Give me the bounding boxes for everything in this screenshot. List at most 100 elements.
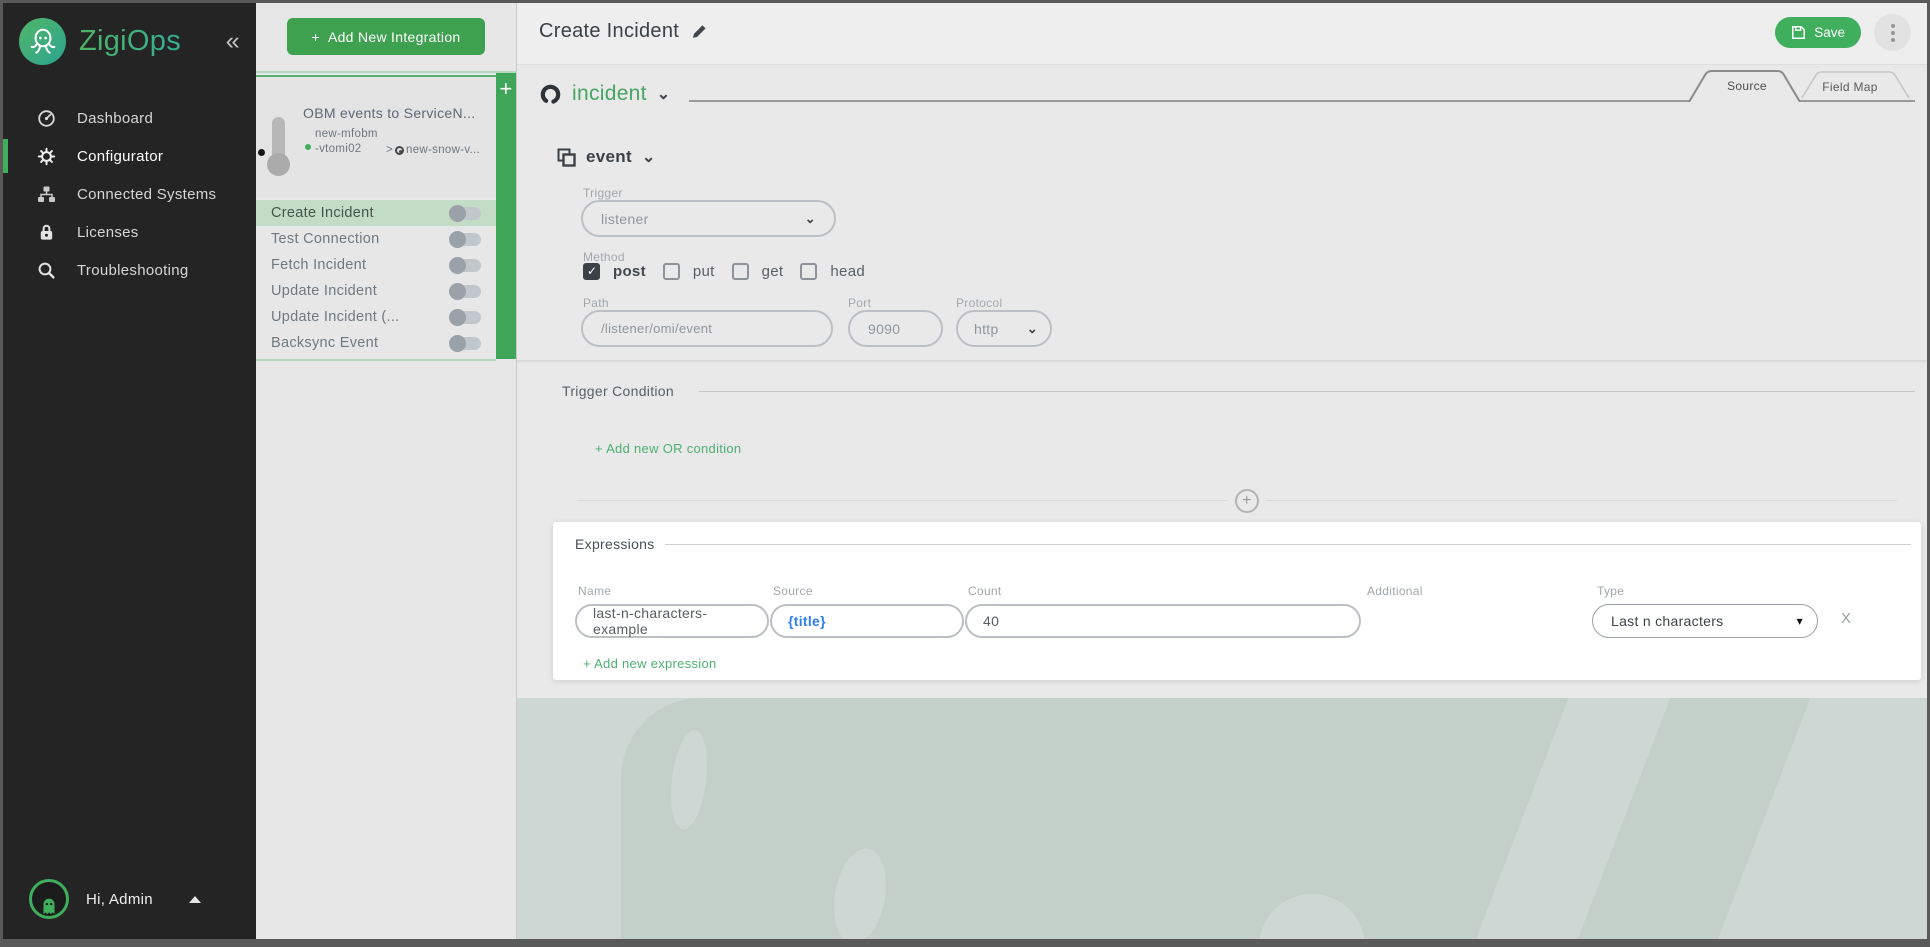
app-window: ZigiOps « Dashboard xyxy=(0,0,1930,947)
sidebar-item-label: Troubleshooting xyxy=(77,262,189,279)
chevron-down-icon: ⌄ xyxy=(657,84,671,104)
checkbox-post[interactable] xyxy=(583,263,600,280)
action-list: Create Incident Test Connection Fetch In… xyxy=(256,200,496,356)
user-greeting: Hi, Admin xyxy=(86,891,153,908)
connected-systems-icon xyxy=(36,185,56,204)
toggle-switch[interactable] xyxy=(450,233,481,246)
trigger-select[interactable]: listener ⌄ xyxy=(581,200,836,237)
checkbox-get[interactable] xyxy=(732,263,749,280)
panel-divider xyxy=(256,359,496,361)
dashboard-icon xyxy=(36,109,56,128)
integration-card[interactable]: OBM events to ServiceN... new-mfobm-vtom… xyxy=(256,75,496,197)
troubleshooting-icon xyxy=(36,261,56,280)
chevron-down-icon: ⌄ xyxy=(642,147,656,167)
toggle-switch[interactable] xyxy=(450,285,481,298)
expressions-card: Expressions Name Source Count Additional… xyxy=(553,522,1921,680)
save-floppy-icon xyxy=(1791,25,1806,40)
action-item-test-connection[interactable]: Test Connection xyxy=(256,226,496,252)
integrations-panel: + Add New Integration OBM events to Serv… xyxy=(256,3,516,939)
expressions-title: Expressions xyxy=(575,536,655,552)
action-item-fetch-incident[interactable]: Fetch Incident xyxy=(256,252,496,278)
add-new-integration-button[interactable]: + Add New Integration xyxy=(287,18,485,55)
expression-source-input[interactable]: {title} xyxy=(770,604,964,638)
more-options-button[interactable] xyxy=(1874,14,1911,51)
expression-type-select[interactable]: Last n characters ▾ xyxy=(1592,604,1818,638)
column-additional: Additional xyxy=(1367,584,1423,598)
method-checkboxes: post put get head xyxy=(583,263,869,280)
sidebar-item-label: Connected Systems xyxy=(77,186,216,203)
add-expression-link[interactable]: + Add new expression xyxy=(583,656,717,671)
path-input[interactable]: /listener/omi/event xyxy=(581,310,833,347)
column-type: Type xyxy=(1597,584,1624,598)
integration-title: OBM events to ServiceN... xyxy=(303,105,488,121)
section-shadow xyxy=(517,360,1927,364)
zigiops-logo-icon xyxy=(19,18,66,65)
toggle-switch[interactable] xyxy=(450,311,481,324)
toggle-switch[interactable] xyxy=(450,259,481,272)
sidebar-item-label: Licenses xyxy=(77,224,139,241)
trigger-condition-title: Trigger Condition xyxy=(562,383,674,399)
section-rule xyxy=(699,391,1915,392)
tab-field-map[interactable]: Field Map xyxy=(1805,80,1895,94)
sidebar-nav: Dashboard Configurator xyxy=(3,99,256,289)
save-button[interactable]: Save xyxy=(1775,17,1861,48)
action-item-update-incident-2[interactable]: Update Incident (... xyxy=(256,304,496,330)
action-item-create-incident[interactable]: Create Incident xyxy=(256,200,496,226)
sidebar: ZigiOps « Dashboard xyxy=(3,3,256,939)
toggle-switch[interactable] xyxy=(450,207,481,220)
main-header: Create Incident Save xyxy=(517,3,1927,65)
column-source: Source xyxy=(773,584,813,598)
sidebar-item-dashboard[interactable]: Dashboard xyxy=(3,99,256,137)
checkbox-put[interactable] xyxy=(663,263,680,280)
panel-divider xyxy=(256,71,516,73)
entity-dropdown[interactable]: incident ⌄ xyxy=(539,82,671,106)
edit-pencil-icon[interactable] xyxy=(691,24,707,40)
action-item-update-incident[interactable]: Update Incident xyxy=(256,278,496,304)
status-dot xyxy=(305,144,311,150)
sidebar-item-licenses[interactable]: Licenses xyxy=(3,213,256,251)
page-title: Create Incident xyxy=(539,20,707,43)
selection-marker xyxy=(258,149,265,156)
integration-pin-icon xyxy=(272,117,285,163)
arrow-glyph: > xyxy=(386,144,393,156)
column-count: Count xyxy=(968,584,1002,598)
expression-name-input[interactable]: last-n-characters-example xyxy=(575,604,769,638)
chevron-down-icon: ▾ xyxy=(1797,614,1803,628)
add-or-condition-link[interactable]: + Add new OR condition xyxy=(595,441,741,456)
checkbox-head[interactable] xyxy=(800,263,817,280)
toggle-switch[interactable] xyxy=(450,337,481,350)
brand-name: ZigiOps xyxy=(79,25,181,58)
sidebar-collapse-button[interactable]: « xyxy=(226,29,240,54)
remove-expression-button[interactable]: X xyxy=(1841,610,1851,627)
event-section-header[interactable]: event ⌄ xyxy=(557,147,656,167)
path-label: Path xyxy=(583,296,609,310)
sidebar-item-troubleshooting[interactable]: Troubleshooting xyxy=(3,251,256,289)
sidebar-item-configurator[interactable]: Configurator xyxy=(3,137,256,175)
action-item-backsync-event[interactable]: Backsync Event xyxy=(256,330,496,356)
brand-row: ZigiOps « xyxy=(3,3,256,75)
panel-accent-strip: + xyxy=(496,73,516,359)
integration-target-system: > new-snow-v... xyxy=(386,144,480,156)
sidebar-item-connected-systems[interactable]: Connected Systems xyxy=(3,175,256,213)
plus-icon: + xyxy=(311,29,319,45)
column-name: Name xyxy=(578,584,611,598)
user-menu[interactable]: Hi, Admin xyxy=(29,879,201,919)
target-system-icon xyxy=(395,146,404,155)
configurator-icon xyxy=(36,147,56,166)
event-squares-icon xyxy=(557,148,576,167)
sidebar-item-label: Configurator xyxy=(77,148,163,165)
caret-up-icon xyxy=(189,896,201,903)
chevron-down-icon: ⌄ xyxy=(1027,321,1038,337)
event-section-title: event xyxy=(586,147,632,167)
user-avatar xyxy=(29,879,69,919)
add-section-button[interactable]: + xyxy=(1235,489,1259,513)
section-rule xyxy=(665,544,1911,545)
port-label: Port xyxy=(848,296,871,310)
chevron-down-icon: ⌄ xyxy=(805,211,816,227)
expression-count-input[interactable]: 40 xyxy=(965,604,1361,638)
protocol-select[interactable]: http ⌄ xyxy=(956,310,1052,347)
tab-source[interactable]: Source xyxy=(1702,79,1792,93)
trigger-label: Trigger xyxy=(583,186,623,200)
add-action-button[interactable]: + xyxy=(496,78,516,100)
port-input[interactable]: 9090 xyxy=(848,310,943,347)
